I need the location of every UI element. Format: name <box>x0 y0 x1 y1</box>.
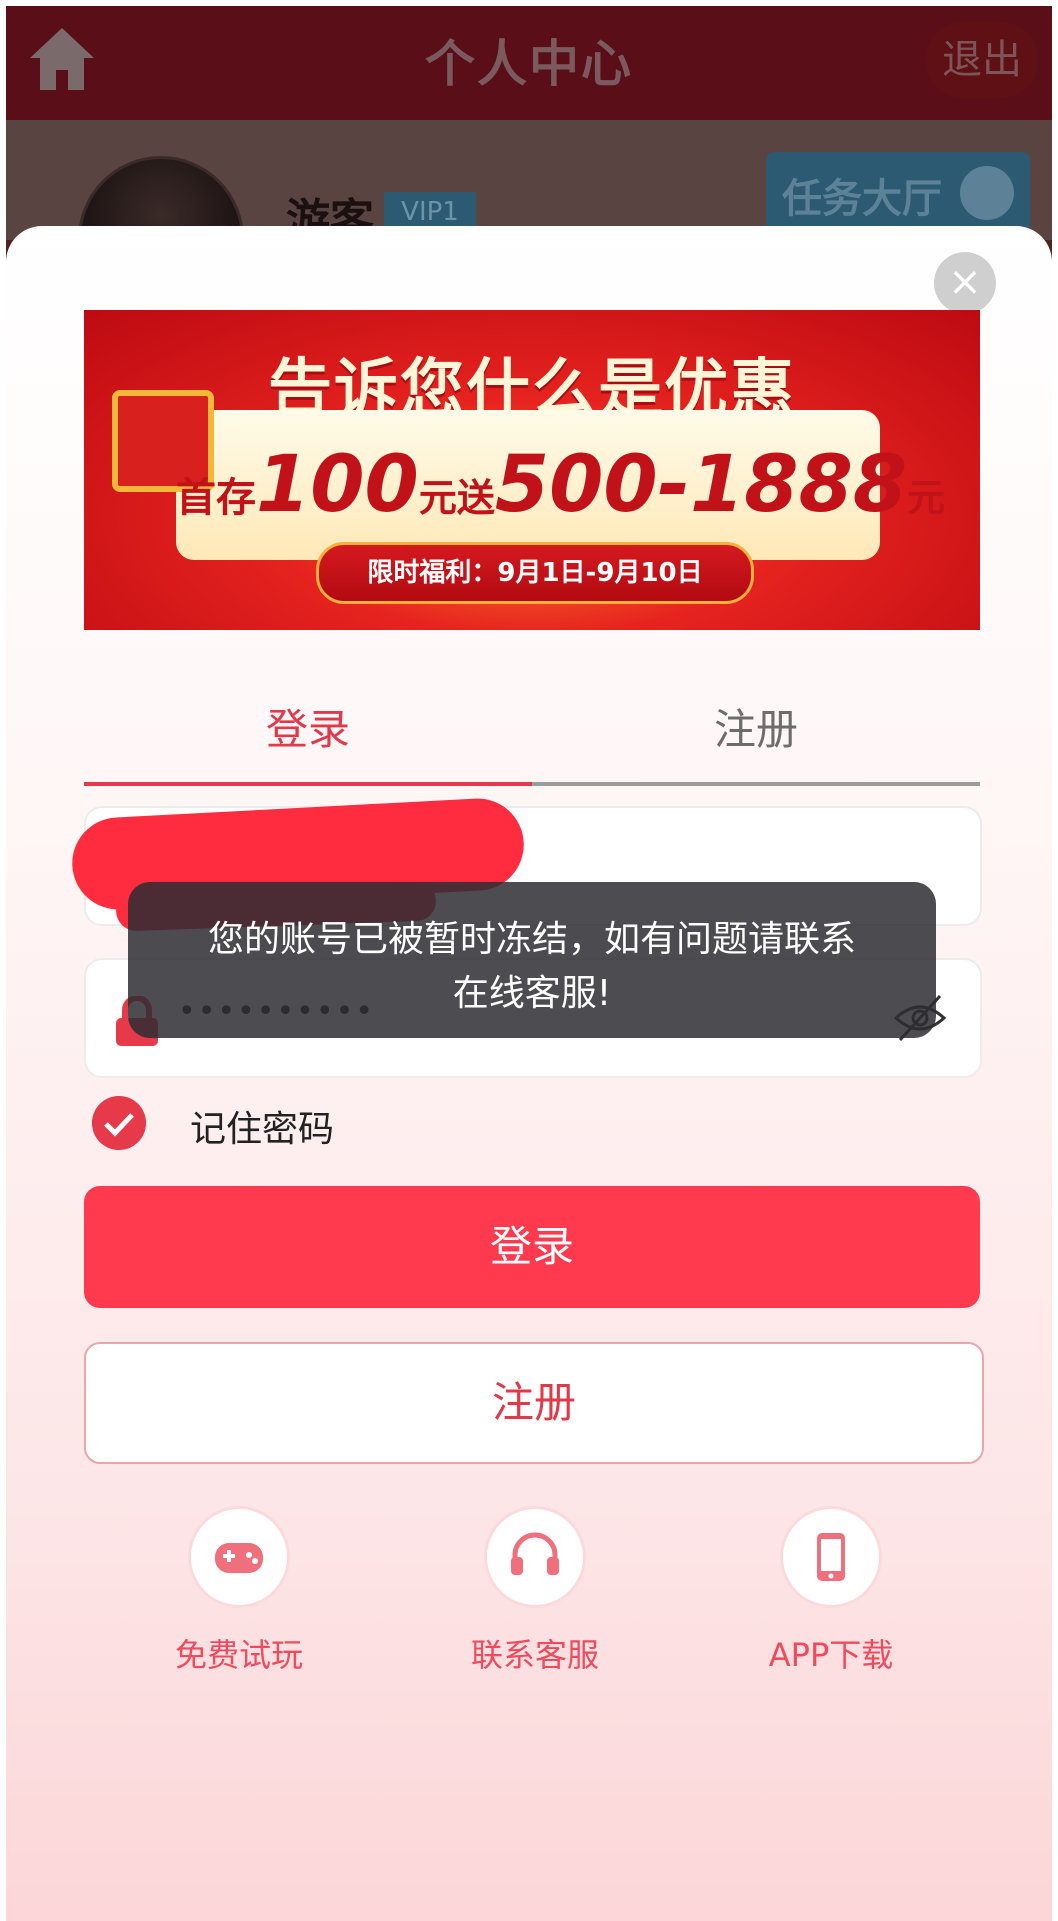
page-title: 个人中心 <box>425 35 633 93</box>
contact-service-label: 联系客服 <box>470 1636 599 1674</box>
offer-suffix: 元 <box>907 476 946 520</box>
toast-line-2: 在线客服! <box>452 973 612 1014</box>
contact-service-action[interactable]: 联系客服 <box>440 1506 630 1676</box>
login-button[interactable]: 登录 <box>84 1186 980 1308</box>
free-trial-label: 免费试玩 <box>174 1636 303 1674</box>
auth-tabs: 登录 注册 <box>84 696 980 778</box>
banner-offer: 首存100元送500-1888元 <box>176 440 945 540</box>
profile-strip: 游客 VIP1 任务大厅 <box>6 120 1052 322</box>
remember-password-label[interactable]: 记住密码 <box>190 1100 334 1152</box>
offer-prefix: 首存 <box>176 475 256 521</box>
offer-mid: 元送 <box>418 476 495 520</box>
toast-line-1: 您的账号已被暂时冻结，如有问题请联系 <box>207 919 856 960</box>
offer-deposit: 100 <box>256 440 419 530</box>
free-trial-action[interactable]: 免费试玩 <box>144 1506 334 1676</box>
gamepad-icon <box>188 1506 290 1608</box>
close-icon[interactable]: × <box>934 252 996 314</box>
checkbox-icon[interactable] <box>92 1096 146 1150</box>
register-button[interactable]: 注册 <box>84 1342 984 1464</box>
promo-banner[interactable]: 告诉您什么是优惠 首存100元送500-1888元 限时福利：9月1日-9月10… <box>84 310 980 630</box>
login-modal: × 告诉您什么是优惠 首存100元送500-1888元 限时福利：9月1日-9月… <box>6 226 1052 1921</box>
phone-icon <box>780 1506 882 1608</box>
headset-icon <box>484 1506 586 1608</box>
tab-active-indicator <box>84 782 532 786</box>
task-hall-button[interactable]: 任务大厅 <box>766 152 1030 234</box>
top-bar: 个人中心 退出 <box>6 6 1052 120</box>
offer-bonus: 500-1888 <box>494 440 908 530</box>
logout-button[interactable]: 退出 <box>926 22 1038 98</box>
edit-icon <box>960 166 1014 220</box>
tab-login[interactable]: 登录 <box>84 696 532 778</box>
tab-register[interactable]: 注册 <box>532 696 980 778</box>
toast-message: 您的账号已被暂时冻结，如有问题请联系 在线客服! <box>128 882 936 1038</box>
app-download-action[interactable]: APP下载 <box>736 1506 926 1676</box>
task-hall-label: 任务大厅 <box>782 176 942 222</box>
app-download-label: APP下载 <box>768 1636 894 1674</box>
limited-time-badge: 限时福利：9月1日-9月10日 <box>316 542 754 604</box>
